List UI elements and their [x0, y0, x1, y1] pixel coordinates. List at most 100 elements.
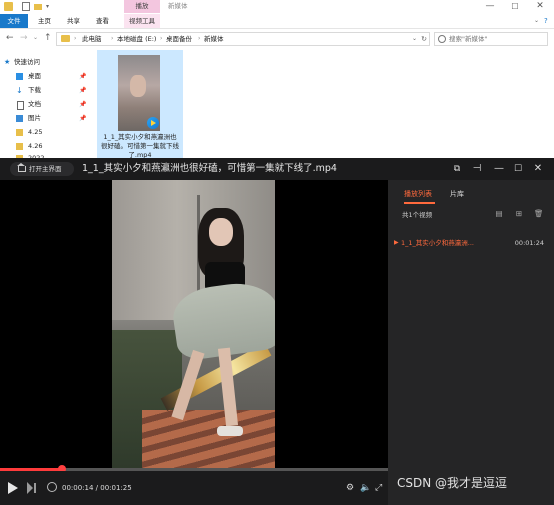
pin-icon[interactable]: 📌 [79, 112, 86, 125]
file-item-selected[interactable]: 1_1_其实小夕和燕瀛洲也很好磕。可惜第一集就下线了.mp4 [97, 50, 183, 160]
fullscreen-icon[interactable]: ⤢ [375, 471, 382, 505]
pin-icon[interactable]: 📌 [79, 84, 86, 97]
loop-icon[interactable] [47, 482, 57, 492]
player-controls: 00:00:14 / 00:01:25 ⚙ 🔈 ⤢ [0, 471, 388, 505]
playlist-item-duration: 00:01:24 [514, 239, 544, 247]
video-player-window: 打开主界面 1_1_其实小夕和燕瀛洲也很好磕，可惜第一集就下线了.mp4 ⧉ ⊣… [0, 158, 554, 505]
forward-arrow-icon[interactable]: → [20, 32, 28, 44]
tab-share[interactable]: 共享 [67, 14, 80, 28]
customize-toolbar-icon[interactable]: ▾ [46, 2, 55, 11]
sidebar-item-pictures[interactable]: 图片 📌 [0, 112, 92, 125]
contextual-tab-play[interactable]: 播放 [124, 0, 160, 13]
address-bar[interactable]: › 此电脑 › 本地磁盘 (E:) › 桌面备份 › 新媒体 ⌄ ↻ [56, 32, 430, 46]
video-viewport[interactable] [0, 180, 388, 468]
thumbnail-face [130, 75, 146, 97]
tab-playlist[interactable]: 播放列表 [404, 188, 432, 200]
folder-icon [16, 129, 23, 136]
back-arrow-icon[interactable]: ← [6, 32, 14, 44]
volume-icon[interactable]: 🔈 [360, 471, 371, 505]
trash-icon[interactable]: 🗑 [534, 210, 544, 218]
next-icon[interactable] [27, 482, 36, 494]
close-icon[interactable]: ✕ [531, 162, 545, 176]
document-icon [17, 101, 24, 110]
breadcrumb[interactable]: 新媒体 [204, 33, 224, 45]
expand-ribbon-icon[interactable]: ⌄ [534, 14, 539, 28]
file-explorer-window: ▾ 播放 新媒体 — ☐ ✕ 文件 主页 共享 查看 视频工具 ⌄ ? ← → … [0, 0, 554, 162]
tab-library[interactable]: 片库 [450, 188, 464, 200]
tab-file[interactable]: 文件 [0, 14, 28, 28]
breadcrumb[interactable]: 此电脑 [82, 33, 102, 45]
playlist-item-name: 1_1_其实小夕和燕瀛洲... [401, 239, 474, 247]
player-title-bar: 打开主界面 1_1_其实小夕和燕瀛洲也很好磕，可惜第一集就下线了.mp4 ⧉ ⊣… [0, 158, 554, 180]
home-icon [18, 166, 26, 172]
file-name: 1_1_其实小夕和燕瀛洲也很好磕。可惜第一集就下线了.mp4 [101, 133, 179, 159]
sidebar-item-quick-access[interactable]: ★ 快速访问 [0, 56, 92, 69]
play-icon[interactable] [8, 482, 18, 494]
search-placeholder: 搜索"新媒体" [449, 35, 488, 43]
sidebar-item-label: 4.25 [28, 128, 43, 136]
playlist-count: 共1个视频 [402, 211, 433, 219]
ribbon-tabs: 文件 主页 共享 查看 视频工具 ⌄ ? [0, 14, 554, 29]
download-icon: ↓ [16, 86, 23, 95]
search-input[interactable]: 搜索"新媒体" [434, 32, 548, 46]
playlist-item[interactable]: ▶ 1_1_其实小夕和燕瀛洲... 00:01:24 [388, 236, 554, 250]
settings-icon[interactable]: ⚙ [346, 471, 354, 505]
tab-video-tools[interactable]: 视频工具 [124, 14, 160, 28]
video-frame [112, 180, 275, 468]
maximize-icon[interactable]: ☐ [511, 162, 525, 176]
maximize-icon[interactable]: ☐ [503, 0, 527, 13]
recent-locations-icon[interactable]: ⌄ [33, 32, 38, 44]
sidebar-item-desktop[interactable]: 桌面 📌 [0, 70, 92, 83]
minimize-icon[interactable]: — [478, 0, 502, 13]
title-bar: ▾ 播放 新媒体 — ☐ ✕ [0, 0, 554, 14]
total-time: 00:01:25 [100, 484, 132, 492]
folder-icon [16, 143, 23, 150]
new-folder-icon[interactable] [34, 4, 42, 10]
sidebar-item-documents[interactable]: 文档 📌 [0, 98, 92, 111]
navigation-pane: ★ 快速访问 桌面 📌 ↓ 下载 📌 文档 📌 图片 📌 4.25 4.26 [0, 52, 92, 162]
pin-icon[interactable]: 📌 [79, 70, 86, 83]
person-shoe [217, 426, 243, 436]
sidebar-item-label: 文档 [28, 100, 41, 108]
chevron-down-icon[interactable]: ⌄ [412, 33, 417, 45]
picture-icon [16, 115, 23, 122]
playlist-panel: 播放列表 片库 共1个视频 ▤ ⊞ 🗑 ▶ 1_1_其实小夕和燕瀛洲... 00… [388, 180, 554, 505]
active-tab-indicator [404, 202, 435, 204]
window-title: 新媒体 [168, 2, 188, 10]
folder-icon [4, 2, 13, 11]
search-icon [438, 35, 446, 43]
player-app-badge-icon [147, 117, 159, 129]
current-time: 00:00:14 [62, 484, 94, 492]
sidebar-item-label: 桌面 [28, 72, 41, 80]
picture-in-picture-icon[interactable]: ⧉ [450, 162, 464, 176]
video-title: 1_1_其实小夕和燕瀛洲也很好磕，可惜第一集就下线了.mp4 [82, 163, 337, 174]
folder-icon [61, 35, 70, 42]
address-row: ← → ⌄ ↑ › 此电脑 › 本地磁盘 (E:) › 桌面备份 › 新媒体 ⌄… [0, 30, 554, 46]
breadcrumb[interactable]: 桌面备份 [166, 33, 192, 45]
sidebar-item-downloads[interactable]: ↓ 下载 📌 [0, 84, 92, 97]
watermark: CSDN @我才是逗逗 [397, 476, 508, 490]
open-folder-icon[interactable]: ▤ [495, 210, 503, 218]
sidebar-item-label: 下载 [28, 86, 41, 94]
sidebar-item-label: 图片 [28, 114, 41, 122]
add-file-icon[interactable]: ⊞ [515, 210, 523, 218]
sidebar-item-4-25[interactable]: 4.25 [0, 126, 92, 139]
tab-view[interactable]: 查看 [96, 14, 109, 28]
close-icon[interactable]: ✕ [528, 0, 552, 13]
refresh-icon[interactable]: ↻ [421, 33, 427, 45]
stairs [142, 410, 275, 468]
sidebar-item-label: 快速访问 [14, 58, 40, 66]
star-icon: ★ [4, 58, 11, 66]
breadcrumb[interactable]: 本地磁盘 (E:) [117, 33, 156, 45]
pin-on-top-icon[interactable]: ⊣ [470, 162, 484, 176]
open-main-label: 打开主界面 [29, 165, 62, 173]
up-arrow-icon[interactable]: ↑ [44, 32, 52, 44]
now-playing-icon: ▶ [394, 239, 399, 246]
help-icon[interactable]: ? [544, 14, 548, 28]
properties-icon[interactable] [22, 2, 30, 11]
pin-icon[interactable]: 📌 [79, 98, 86, 111]
tab-home[interactable]: 主页 [38, 14, 51, 28]
time-display: 00:00:14 / 00:01:25 [62, 484, 132, 492]
minimize-icon[interactable]: — [492, 162, 506, 176]
open-main-button[interactable]: 打开主界面 [10, 162, 74, 176]
